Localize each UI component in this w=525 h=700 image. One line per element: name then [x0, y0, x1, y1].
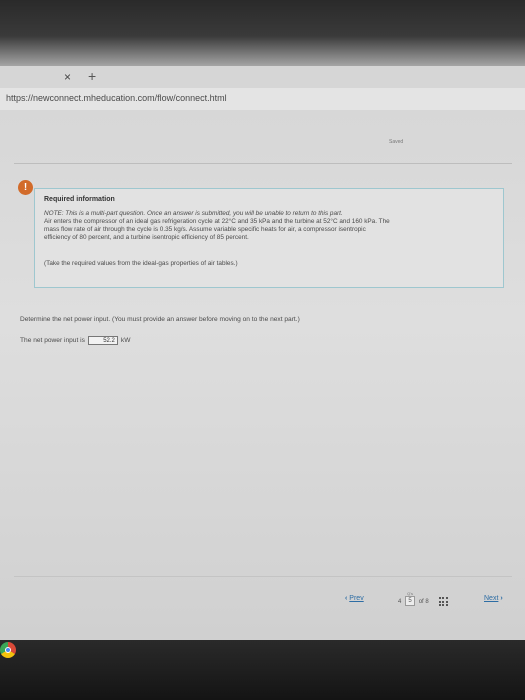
page-link[interactable]: 4: [398, 598, 401, 606]
answer-unit: kW: [120, 336, 131, 344]
next-label: Next: [484, 595, 499, 602]
saved-status: Saved: [389, 139, 404, 145]
chevron-right-icon: ›: [500, 595, 503, 602]
take-values-note: (Take the required values from the ideal…: [44, 260, 238, 267]
next-button[interactable]: Next ›: [484, 595, 503, 602]
problem-statement: NOTE: This is a multi-part question. Onc…: [44, 210, 490, 242]
new-tab-button[interactable]: +: [88, 68, 96, 84]
url-text[interactable]: https://newconnect.mheducation.com/flow/…: [6, 93, 227, 103]
required-info-title: Required information: [44, 196, 115, 203]
browser-tab-bar: [0, 66, 525, 88]
header-divider: [14, 163, 512, 164]
note-line: Air enters the compressor of an ideal ga…: [44, 218, 390, 225]
current-page-number: 5: [405, 596, 415, 606]
answer-label: The net power input is: [20, 336, 85, 344]
chevron-left-icon: ‹: [345, 595, 348, 602]
page-total: of 8: [418, 599, 429, 605]
prev-button[interactable]: ‹ Prev: [345, 595, 364, 602]
question-prompt: Determine the net power input. (You must…: [20, 316, 300, 323]
chrome-icon[interactable]: [0, 642, 16, 658]
taskbar: [0, 640, 525, 700]
note-line: mass flow rate of air through the cycle …: [44, 226, 366, 233]
grid-icon[interactable]: [438, 597, 448, 606]
tab-close-icon[interactable]: ×: [64, 70, 71, 84]
note-line: efficiency of 80 percent, and a turbine …: [44, 234, 249, 241]
answer-row: The net power input is 52.2 kW: [20, 334, 130, 346]
question-pager: 4 Q's 5 of 8: [398, 591, 448, 606]
info-alert-icon: !: [18, 180, 33, 195]
note-line: NOTE: This is a multi-part question. Onc…: [44, 210, 343, 217]
prev-label: Prev: [349, 595, 364, 602]
current-page[interactable]: Q's 5: [405, 591, 415, 606]
answer-input[interactable]: 52.2: [87, 335, 118, 345]
footer-divider: [14, 576, 512, 577]
